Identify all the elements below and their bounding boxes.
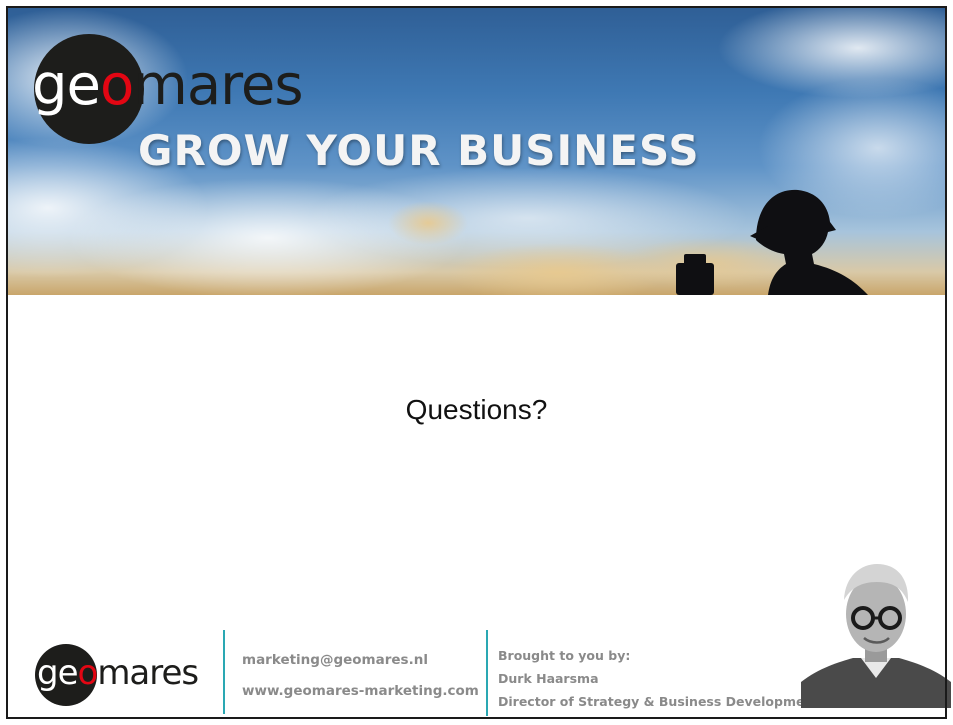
footer-logo-text-mares: mares bbox=[97, 653, 199, 693]
questions-heading: Questions? bbox=[405, 394, 548, 425]
footer-logo: geomares bbox=[37, 652, 199, 694]
banner-logo: geomares bbox=[32, 53, 304, 118]
header-banner: geomares GROW YOUR BUSINESS bbox=[8, 8, 945, 295]
footer-logo-text-o: o bbox=[77, 653, 99, 693]
presenter-title: Director of Strategy & Business Developm… bbox=[498, 694, 820, 709]
footer-divider-right bbox=[486, 630, 488, 716]
contact-email[interactable]: marketing@geomares.nl bbox=[242, 652, 428, 668]
logo-text-mares: mares bbox=[133, 53, 303, 118]
logo-text-o: o bbox=[100, 53, 134, 118]
slide: geomares GROW YOUR BUSINESS Questions? g… bbox=[0, 0, 953, 725]
credits-label: Brought to you by: bbox=[498, 648, 631, 663]
logo-text-ge: ge bbox=[32, 53, 101, 118]
presenter-name: Durk Haarsma bbox=[498, 671, 599, 686]
footer-divider-left bbox=[223, 630, 225, 714]
banner-tagline: GROW YOUR BUSINESS bbox=[138, 126, 700, 175]
contact-website[interactable]: www.geomares-marketing.com bbox=[242, 683, 479, 699]
presenter-portrait-icon bbox=[801, 560, 951, 708]
footer-logo-text-ge: ge bbox=[37, 653, 78, 693]
